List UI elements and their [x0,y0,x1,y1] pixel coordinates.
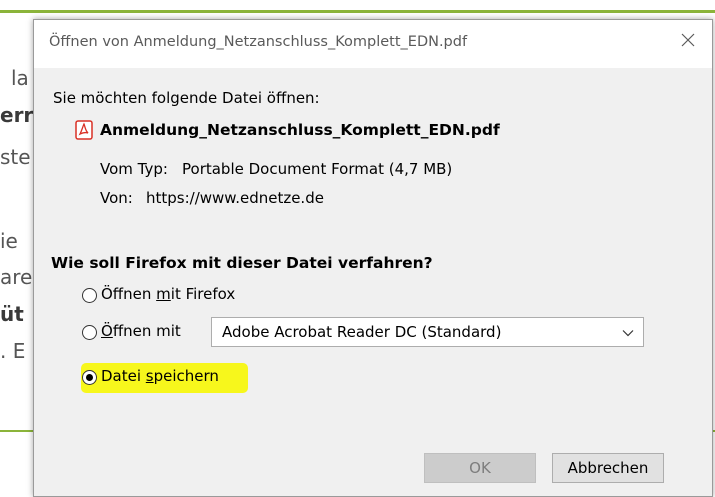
label-part: peichern [153,367,219,385]
application-select-value: Adobe Acrobat Reader DC (Standard) [222,323,502,341]
bg-text-fragment: ie [0,229,18,253]
dialog-titlebar: Öffnen von Anmeldung_Netzanschluss_Kompl… [34,20,712,68]
file-source-label: Von: [100,189,133,207]
label-part: Öffnen [101,285,157,303]
bg-text-fragment: . E [0,339,26,363]
file-type-value: Portable Document Format (4,7 MB) [182,160,453,178]
file-type-label: Vom Typ: [100,160,168,178]
page-top-rule [0,10,715,13]
chevron-down-icon [622,330,634,337]
accelerator-key: m [156,285,171,303]
download-dialog: Öffnen von Anmeldung_Netzanschluss_Kompl… [33,19,713,497]
action-question: Wie soll Firefox mit dieser Datei verfah… [51,254,433,272]
radio-save-file[interactable] [82,370,97,385]
option-open-with-label[interactable]: Öffnen mit [101,322,181,340]
bg-text-fragment: la [11,66,29,90]
file-source-value: https://www.ednetze.de [146,189,324,207]
bg-text-fragment: err [0,103,34,127]
radio-selected-dot [86,374,93,381]
dialog-title: Öffnen von Anmeldung_Netzanschluss_Kompl… [49,34,468,50]
bg-text-fragment: üt [0,302,24,326]
label-part: Datei [101,367,146,385]
option-open-with-firefox-label[interactable]: Öffnen mit Firefox [101,285,235,303]
accelerator-key: Ö [101,322,113,340]
label-part: ffnen mit [112,322,181,340]
ok-button[interactable]: OK [424,453,536,483]
option-save-file-label[interactable]: Datei speichern [101,367,219,385]
label-part: it Firefox [170,285,236,303]
open-file-prompt: Sie möchten folgende Datei öffnen: [53,89,320,107]
cancel-button[interactable]: Abbrechen [552,453,664,483]
application-select[interactable]: Adobe Acrobat Reader DC (Standard) [211,317,644,347]
bg-text-fragment: ste [0,145,31,169]
bg-text-fragment: are [0,265,33,289]
accelerator-key: s [145,367,154,385]
close-icon[interactable] [678,30,698,50]
radio-open-with-app[interactable] [82,325,97,340]
radio-open-with-firefox[interactable] [82,288,97,303]
file-name: Anmeldung_Netzanschluss_Komplett_EDN.pdf [100,121,500,139]
pdf-file-icon [75,120,93,140]
